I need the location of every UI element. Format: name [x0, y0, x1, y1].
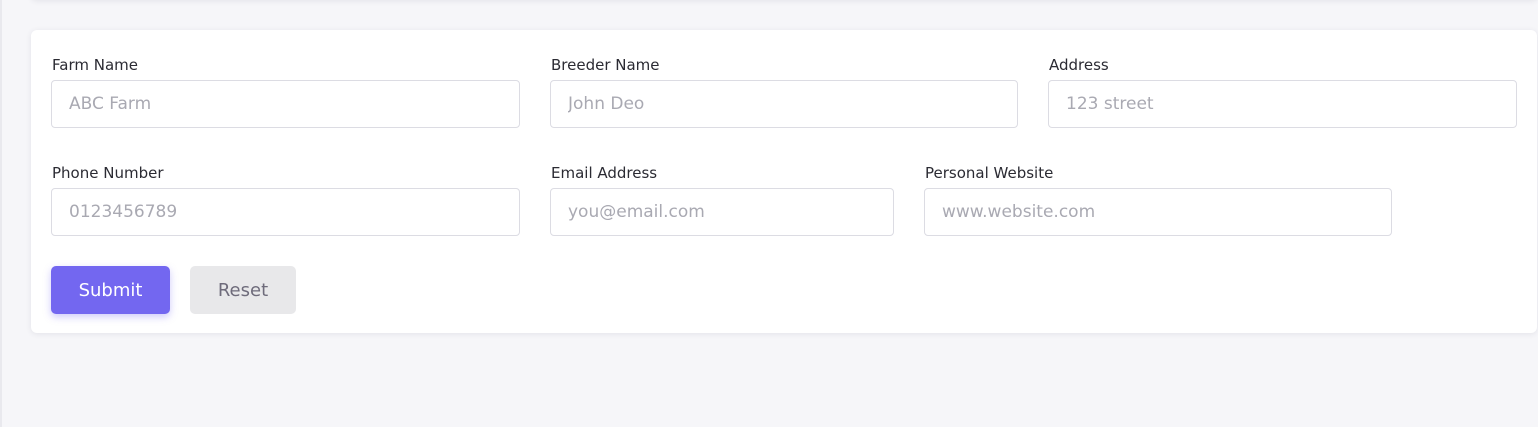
address-input[interactable]: [1048, 80, 1517, 128]
phone-number-input[interactable]: [51, 188, 520, 236]
page-left-border: [0, 0, 2, 427]
personal-website-input[interactable]: [924, 188, 1392, 236]
address-label: Address: [1049, 56, 1109, 74]
personal-website-label: Personal Website: [925, 164, 1054, 182]
email-address-label: Email Address: [551, 164, 658, 182]
address-field: Address: [1048, 55, 1517, 128]
reset-button[interactable]: Reset: [190, 266, 296, 314]
breeder-name-input[interactable]: [550, 80, 1018, 128]
farm-name-input[interactable]: [51, 80, 520, 128]
phone-number-label: Phone Number: [52, 164, 164, 182]
breeder-form-card: Farm Name Breeder Name Address Phone Num…: [31, 30, 1537, 333]
email-address-input[interactable]: [550, 188, 894, 236]
farm-name-label: Farm Name: [52, 56, 138, 74]
submit-button[interactable]: Submit: [51, 266, 170, 314]
personal-website-field: Personal Website: [924, 163, 1392, 236]
email-address-field: Email Address: [550, 163, 894, 236]
breeder-name-label: Breeder Name: [551, 56, 660, 74]
phone-number-field: Phone Number: [51, 163, 520, 236]
farm-name-field: Farm Name: [51, 55, 520, 128]
breeder-name-field: Breeder Name: [550, 55, 1018, 128]
